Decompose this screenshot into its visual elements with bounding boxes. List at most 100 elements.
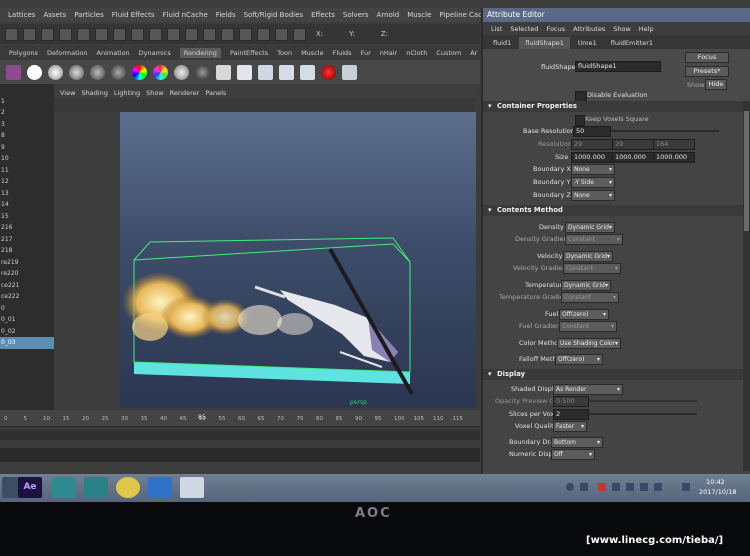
shelf-tab[interactable]: Toon [277, 49, 292, 57]
shelf-tab[interactable]: Fur [361, 49, 371, 57]
tray-icon[interactable] [598, 483, 606, 491]
shelf-tab[interactable]: PaintEffects [230, 49, 268, 57]
menu-item[interactable]: Assets [43, 11, 66, 19]
ae-scrollbar[interactable] [743, 101, 750, 471]
shader-ball-icon[interactable] [69, 64, 84, 80]
shelf-tab[interactable]: Animation [97, 49, 130, 57]
render-icon[interactable] [6, 64, 21, 80]
show-button[interactable]: Show [687, 81, 705, 89]
toolbar-button[interactable] [113, 27, 126, 41]
outliner-item[interactable]: 2 [0, 107, 54, 119]
sphere-icon[interactable] [27, 64, 42, 80]
shelf-tab[interactable]: Polygons [9, 49, 38, 57]
menu-item[interactable]: Arnold [377, 11, 400, 19]
volume-icon[interactable] [626, 483, 634, 491]
media-player-icon[interactable] [148, 477, 172, 498]
outliner-item[interactable]: 11 [0, 165, 54, 177]
ae-scroll-thumb[interactable] [744, 111, 749, 231]
shelf-tab[interactable]: Deformation [47, 49, 88, 57]
toolbar-button[interactable] [59, 27, 72, 41]
shader-ball-icon[interactable] [48, 64, 63, 80]
contents-method-header[interactable]: Contents Method [483, 205, 750, 216]
falloff-method-dropdown[interactable]: Off(zero) [555, 354, 603, 365]
display-header[interactable]: Display [483, 369, 750, 380]
light-icon[interactable] [321, 64, 336, 80]
hide-button[interactable]: Hide [705, 79, 727, 90]
ramp-shader-icon[interactable] [153, 64, 168, 80]
toolbar-button[interactable] [5, 27, 18, 41]
fuel-gradient-dropdown[interactable]: Constant [559, 321, 617, 332]
ae-menu-item[interactable]: Selected [510, 25, 538, 33]
toolbar-button[interactable] [257, 27, 270, 41]
shelf-tab[interactable]: Dynamics [139, 49, 171, 57]
outliner-item[interactable]: 3 [0, 119, 54, 131]
shader-ball-icon[interactable] [195, 64, 210, 80]
ae-menu-item[interactable]: Show [613, 25, 631, 33]
toolbar-button[interactable] [23, 27, 36, 41]
ipr-icon[interactable] [258, 64, 273, 80]
viewport-menu-item[interactable]: Show [146, 89, 164, 97]
outliner-item[interactable] [0, 84, 54, 96]
menu-item[interactable]: Effects [311, 11, 335, 19]
size-y[interactable]: 1000.000 [612, 152, 654, 163]
outliner-item[interactable]: ce221 [0, 280, 54, 292]
boundary-draw-dropdown[interactable]: Bottom [551, 437, 603, 448]
boundary-z-dropdown[interactable]: None [571, 190, 615, 201]
flag-icon[interactable] [640, 483, 648, 491]
outliner-item[interactable]: 13 [0, 188, 54, 200]
menu-item[interactable]: Fields [216, 11, 236, 19]
tray-icon[interactable] [580, 483, 588, 491]
outliner-item[interactable]: re220 [0, 268, 54, 280]
ae-tab[interactable]: time1 [572, 37, 603, 49]
after-effects-icon[interactable]: Ae [18, 477, 42, 498]
timeline[interactable]: 0 5 10 15 20 25 30 35 40 45 50 55 60 65 70 75 80 85 90 95 10… [0, 410, 480, 446]
velocity-dropdown[interactable]: Dynamic Grid [563, 251, 613, 262]
folder-icon[interactable] [116, 477, 140, 498]
ae-menu-item[interactable]: Help [639, 25, 654, 33]
maya-icon[interactable] [52, 477, 76, 498]
base-resolution-slider[interactable] [611, 130, 719, 132]
outliner-item[interactable]: 12 [0, 176, 54, 188]
base-resolution-field[interactable]: 50 [573, 126, 611, 137]
outliner-item[interactable]: 9 [0, 142, 54, 154]
network-icon[interactable] [566, 483, 574, 491]
numeric-display-dropdown[interactable]: Off [551, 449, 595, 460]
presets-button[interactable]: Presets* [685, 66, 729, 77]
shelf-tab[interactable]: Muscle [301, 49, 324, 57]
keep-voxels-square-checkbox[interactable] [575, 115, 585, 126]
shader-ball-icon[interactable] [174, 64, 189, 80]
menu-item[interactable]: Lattices [8, 11, 35, 19]
viewport-menu-item[interactable]: Panels [205, 89, 226, 97]
ae-tab[interactable]: fluidEmitter1 [605, 37, 659, 49]
size-x[interactable]: 1000.000 [571, 152, 613, 163]
outliner-item[interactable]: 10 [0, 153, 54, 165]
menu-item[interactable]: Soft/Rigid Bodies [244, 11, 303, 19]
temperature-gradient-dropdown[interactable]: Constant [561, 292, 619, 303]
outliner-item[interactable]: 15 [0, 211, 54, 223]
outliner-item[interactable]: 0_02 [0, 326, 54, 338]
outliner-item[interactable]: 8 [0, 130, 54, 142]
menu-item[interactable]: Fluid nCache [163, 11, 208, 19]
shelf-tab[interactable]: Ar [470, 49, 477, 57]
ae-menu-item[interactable]: Focus [547, 25, 566, 33]
toolbar-button[interactable] [275, 27, 288, 41]
outliner-item[interactable] [0, 360, 54, 372]
outliner-item[interactable]: ce222 [0, 291, 54, 303]
toolbar-button[interactable] [41, 27, 54, 41]
ramp-shader-icon[interactable] [132, 64, 147, 80]
texture-icon[interactable] [216, 64, 231, 80]
maya-icon[interactable] [84, 477, 108, 498]
menu-item[interactable]: Solvers [343, 11, 369, 19]
outliner-item[interactable]: 0 [0, 303, 54, 315]
shelf-tab[interactable]: nHair [380, 49, 397, 57]
shelf-tab[interactable]: Rendering [179, 48, 221, 58]
range-slider[interactable] [0, 430, 480, 440]
command-line[interactable] [0, 448, 480, 462]
outliner-item[interactable]: 0_03 [0, 337, 54, 349]
temperature-dropdown[interactable]: Dynamic Grid [561, 280, 611, 291]
voxel-quality-dropdown[interactable]: Faster [553, 421, 587, 432]
shelf-tab[interactable]: Custom [436, 49, 461, 57]
toolbar-button[interactable] [239, 27, 252, 41]
ae-tab[interactable]: fluidShape1 [519, 37, 570, 49]
slices-per-voxel-field[interactable]: 2 [553, 409, 589, 420]
